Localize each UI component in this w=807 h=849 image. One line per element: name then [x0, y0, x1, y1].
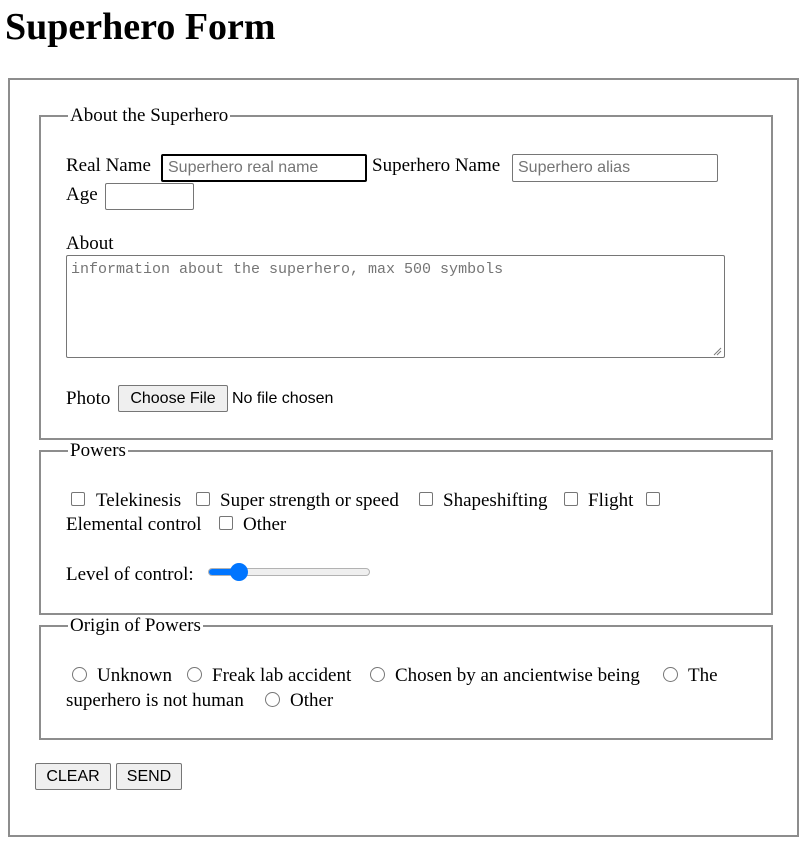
telekinesis-checkbox[interactable]	[71, 492, 85, 506]
chosen-by-being-label: Chosen by an ancientwise being	[395, 665, 640, 686]
shapeshifting-checkbox[interactable]	[419, 492, 433, 506]
flight-label: Flight	[588, 490, 634, 511]
about-textarea[interactable]	[66, 255, 725, 358]
send-button[interactable]: SEND	[116, 763, 182, 790]
elemental-control-label: Elemental control	[66, 514, 202, 535]
not-human-label-end: superhero is not human	[66, 690, 244, 711]
other-power-label: Other	[243, 514, 287, 535]
level-of-control-label: Level of control:	[66, 564, 194, 585]
choose-file-button[interactable]: Choose File	[118, 385, 228, 412]
other-origin-label: Other	[290, 690, 334, 711]
freak-lab-accident-radio[interactable]	[187, 667, 202, 682]
super-strength-checkbox[interactable]	[196, 492, 210, 506]
flight-checkbox[interactable]	[564, 492, 578, 506]
origin-legend: Origin of Powers	[68, 615, 203, 637]
real-name-label: Real Name	[66, 155, 151, 176]
shapeshifting-label: Shapeshifting	[443, 490, 548, 511]
resize-grip-icon[interactable]	[712, 346, 722, 356]
powers-legend: Powers	[68, 440, 128, 462]
origin-fieldset: Origin of Powers Unknown Freak lab accid…	[39, 615, 773, 740]
age-input[interactable]	[105, 183, 194, 210]
unknown-label: Unknown	[97, 665, 172, 686]
elemental-control-checkbox[interactable]	[646, 492, 660, 506]
age-label: Age	[66, 184, 98, 205]
other-power-checkbox[interactable]	[219, 516, 233, 530]
telekinesis-label: Telekinesis	[96, 490, 182, 511]
about-fieldset: About the Superhero Real Name Superhero …	[39, 105, 773, 440]
super-strength-label: Super strength or speed	[220, 490, 399, 511]
other-origin-radio[interactable]	[265, 692, 280, 707]
clear-button[interactable]: CLEAR	[35, 763, 111, 790]
alias-input[interactable]	[512, 154, 718, 182]
chosen-by-being-radio[interactable]	[370, 667, 385, 682]
unknown-radio[interactable]	[72, 667, 87, 682]
page-title: Superhero Form	[5, 6, 276, 48]
real-name-input[interactable]	[161, 154, 367, 182]
powers-fieldset: Powers Telekinesis Super strength or spe…	[39, 440, 773, 615]
not-human-label-start: The	[688, 665, 718, 686]
not-human-radio[interactable]	[663, 667, 678, 682]
photo-label: Photo	[66, 388, 111, 409]
slider-thumb[interactable]	[229, 563, 248, 581]
freak-lab-accident-label: Freak lab accident	[212, 665, 352, 686]
file-status-text: No file chosen	[232, 390, 334, 407]
about-legend: About the Superhero	[68, 105, 231, 127]
superhero-form: About the Superhero Real Name Superhero …	[8, 78, 799, 837]
about-label: About	[66, 233, 114, 254]
alias-label: Superhero Name	[372, 155, 501, 176]
